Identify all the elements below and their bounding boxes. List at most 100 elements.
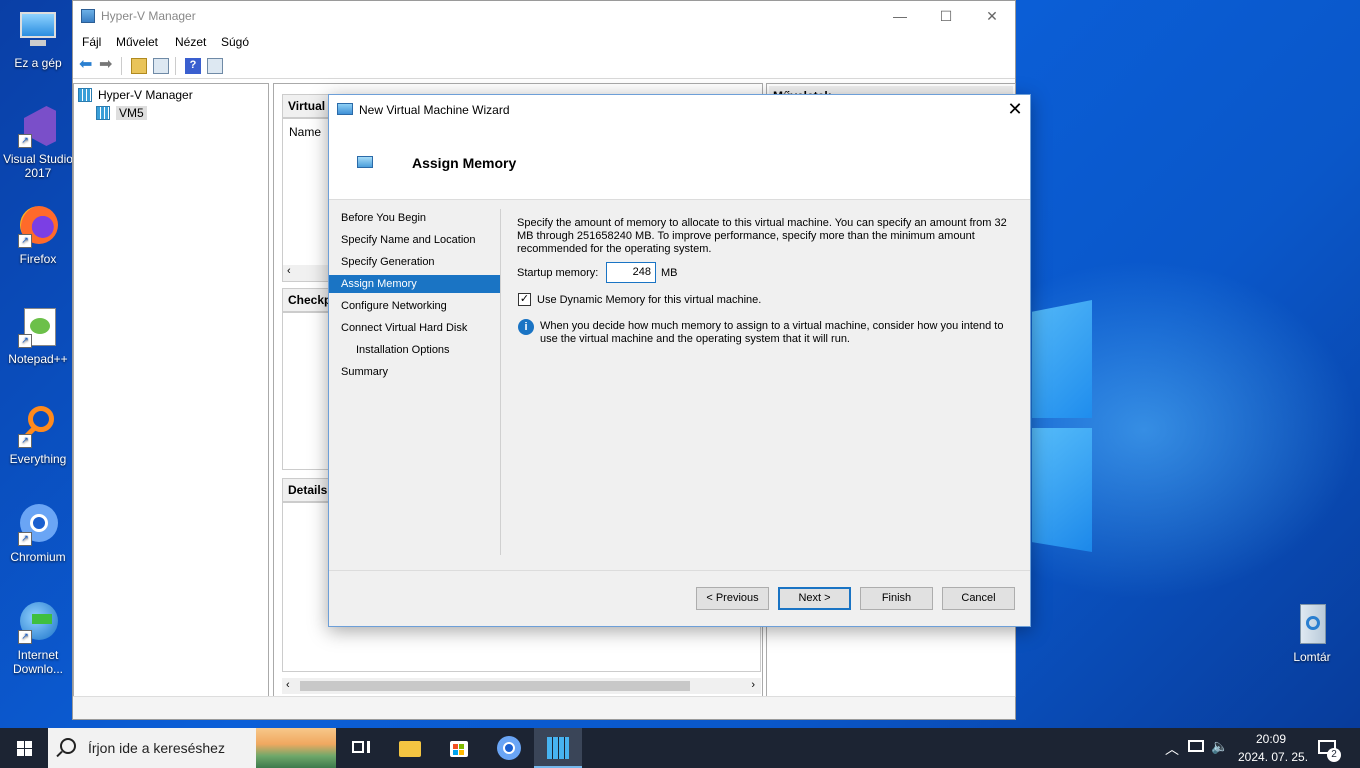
desktop-icon-recycle-bin[interactable]: Lomtár — [1274, 602, 1350, 664]
dialog-title-bar[interactable]: New Virtual Machine Wizard ✕ — [329, 95, 1030, 125]
step-configure-networking[interactable]: Configure Networking — [329, 297, 500, 315]
close-button[interactable]: ✕ — [969, 1, 1015, 31]
step-specify-name-location[interactable]: Specify Name and Location — [329, 231, 500, 249]
menu-file[interactable]: Fájl — [82, 35, 101, 49]
finish-button[interactable]: Finish — [860, 587, 933, 610]
desktop-icon-label: Lomtár — [1293, 650, 1331, 664]
file-explorer-icon[interactable] — [398, 736, 422, 760]
scroll-left-icon[interactable]: ‹ — [286, 679, 290, 691]
chromium-taskbar-icon[interactable] — [497, 736, 521, 760]
console-tree: Hyper-V Manager VM5 — [73, 83, 269, 697]
memory-info-text: When you decide how much memory to assig… — [540, 320, 1004, 345]
step-assign-memory[interactable]: Assign Memory — [329, 275, 500, 293]
show-hide-action-pane-icon[interactable] — [207, 58, 223, 74]
taskbar: Írjon ide a kereséshez ︿ 🔈 20:09 2024. 0… — [0, 728, 1360, 768]
scroll-right-icon[interactable]: › — [751, 679, 755, 691]
idm-icon: ↗ — [16, 600, 60, 644]
volume-muted-icon[interactable]: 🔈 — [1211, 738, 1228, 755]
up-folder-icon[interactable] — [131, 58, 147, 74]
startup-memory-unit: MB — [661, 267, 678, 279]
desktop-icon-chromium[interactable]: ↗ Chromium — [0, 502, 76, 564]
back-icon[interactable]: ⬅ — [79, 57, 95, 74]
desktop-icon-label: Notepad++ — [8, 352, 68, 366]
windows-logo-pane — [1032, 428, 1092, 552]
previous-button[interactable]: < Previous — [696, 587, 769, 610]
menu-help[interactable]: Súgó — [221, 35, 249, 49]
startup-memory-label: Startup memory: — [517, 267, 599, 279]
window-title: Hyper-V Manager — [101, 9, 196, 23]
desktop-icon-idm[interactable]: ↗ Internet Downlo... — [0, 600, 76, 676]
taskbar-search-box[interactable]: Írjon ide a kereséshez — [48, 728, 336, 768]
scroll-left-icon[interactable]: ‹ — [287, 265, 291, 277]
maximize-button[interactable]: ☐ — [923, 1, 969, 31]
chromium-icon: ↗ — [16, 502, 60, 546]
footer-divider — [329, 570, 1030, 571]
tree-item-vm5[interactable]: VM5 — [96, 104, 147, 122]
clock-time[interactable]: 20:09 — [1256, 732, 1286, 746]
page-title: Assign Memory — [412, 155, 517, 171]
wizard-header: Assign Memory — [329, 125, 1030, 200]
search-placeholder: Írjon ide a kereséshez — [88, 740, 225, 756]
step-before-you-begin[interactable]: Before You Begin — [329, 209, 500, 227]
network-icon[interactable] — [1188, 740, 1204, 752]
windows-start-icon — [25, 741, 32, 748]
windows-logo-pane — [1032, 300, 1092, 418]
show-hidden-icons-icon[interactable]: ︿ — [1165, 739, 1179, 759]
menu-view[interactable]: Nézet — [175, 35, 206, 49]
horizontal-scrollbar[interactable]: ‹ › — [282, 678, 761, 694]
step-connect-virtual-hard-disk[interactable]: Connect Virtual Hard Disk — [329, 319, 500, 337]
menu-action[interactable]: Művelet — [116, 35, 158, 49]
notepadpp-icon: ↗ — [16, 304, 60, 348]
forward-icon[interactable]: ➡ — [99, 57, 115, 74]
startup-memory-input[interactable]: 248 — [606, 262, 656, 283]
server-icon — [96, 106, 110, 120]
toolbar-divider — [175, 57, 176, 75]
everything-icon: ↗ — [16, 404, 60, 448]
search-icon — [60, 738, 76, 754]
dynamic-memory-label[interactable]: Use Dynamic Memory for this virtual mach… — [537, 294, 761, 306]
help-icon[interactable]: ? — [185, 58, 201, 74]
desktop-icon-everything[interactable]: ↗ Everything — [0, 404, 76, 466]
scrollbar-thumb[interactable] — [300, 681, 690, 691]
hyperv-taskbar-button[interactable] — [534, 728, 582, 768]
dialog-close-button[interactable]: ✕ — [1000, 95, 1030, 125]
desktop-icon-label: Chromium — [10, 550, 66, 564]
cancel-button[interactable]: Cancel — [942, 587, 1015, 610]
desktop-icon-notepadpp[interactable]: ↗ Notepad++ — [0, 304, 76, 366]
hyperv-manager-taskbar-icon — [547, 737, 569, 759]
task-view-icon[interactable] — [349, 736, 373, 760]
info-icon: i — [518, 319, 534, 335]
desktop-icon-visual-studio[interactable]: ↗ Visual Studio 2017 — [0, 104, 76, 180]
this-pc-icon — [16, 8, 60, 52]
desktop-icon-firefox[interactable]: ↗ Firefox — [0, 204, 76, 266]
name-column-header[interactable]: Name — [289, 125, 321, 139]
dialog-title: New Virtual Machine Wizard — [359, 103, 510, 117]
visual-studio-icon: ↗ — [16, 104, 60, 148]
clock-date[interactable]: 2024. 07. 25. — [1238, 750, 1308, 764]
step-summary[interactable]: Summary — [329, 363, 500, 381]
shortcut-arrow-icon: ↗ — [18, 630, 32, 644]
shortcut-arrow-icon: ↗ — [18, 434, 32, 448]
shortcut-arrow-icon: ↗ — [18, 334, 32, 348]
shortcut-arrow-icon: ↗ — [18, 532, 32, 546]
toolbar-divider — [121, 57, 122, 75]
toolbar: ⬅ ➡ ? — [73, 54, 1015, 79]
show-hide-console-tree-icon[interactable] — [153, 58, 169, 74]
desktop-icon-this-pc[interactable]: Ez a gép — [0, 8, 76, 70]
tree-item-hyperv-manager[interactable]: Hyper-V Manager — [78, 86, 193, 104]
firefox-icon: ↗ — [16, 204, 60, 248]
microsoft-store-icon[interactable] — [447, 736, 471, 760]
step-installation-options[interactable]: Installation Options — [329, 341, 500, 359]
dynamic-memory-checkbox[interactable]: ✓ — [518, 293, 531, 306]
next-button[interactable]: Next > — [778, 587, 851, 610]
memory-page-icon — [357, 156, 373, 168]
start-button[interactable] — [0, 728, 48, 768]
hyperv-manager-icon — [78, 88, 92, 102]
steps-divider — [500, 209, 501, 555]
title-bar[interactable]: Hyper-V Manager — ☐ ✕ — [73, 1, 1015, 32]
new-vm-wizard-dialog: New Virtual Machine Wizard ✕ Assign Memo… — [328, 94, 1031, 627]
notification-count-badge: 2 — [1327, 748, 1341, 762]
hyperv-app-icon — [81, 9, 95, 23]
minimize-button[interactable]: — — [877, 1, 923, 31]
step-specify-generation[interactable]: Specify Generation — [329, 253, 500, 271]
